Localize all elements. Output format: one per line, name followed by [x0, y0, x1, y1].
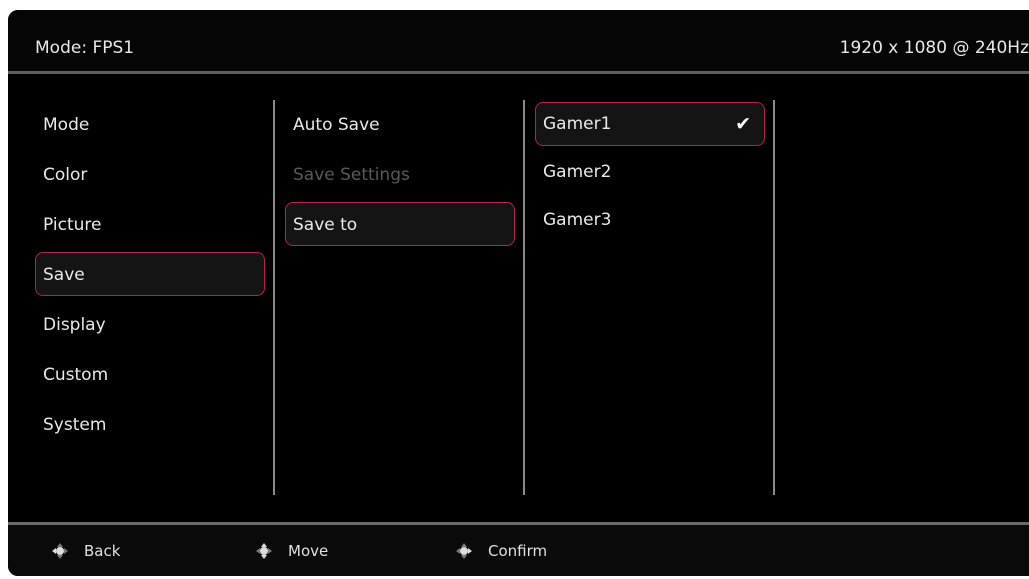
menu-item-color[interactable]: Color [35, 152, 265, 202]
submenu-item-label: Auto Save [293, 115, 380, 135]
main-menu: Mode Color Picture Save Display Custom S… [35, 102, 265, 452]
submenu-item-save-to[interactable]: Save to [285, 202, 515, 252]
dpad-updown-icon [254, 541, 274, 561]
save-submenu: Auto Save Save Settings Save to [285, 102, 515, 252]
menu-item-label: System [43, 415, 107, 435]
menu-item-picture[interactable]: Picture [35, 202, 265, 252]
back-label: Back [84, 542, 121, 560]
menu-item-label: Custom [43, 365, 109, 385]
osd-menu: Mode: FPS1 1920 x 1080 @ 240Hz Mode Colo… [8, 10, 1029, 576]
menu-item-label: Color [43, 165, 88, 185]
resolution-label: 1920 x 1080 @ 240Hz [839, 38, 1029, 58]
menu-item-save[interactable]: Save [35, 252, 265, 302]
submenu-item-label: Save to [293, 215, 358, 235]
menu-item-display[interactable]: Display [35, 302, 265, 352]
back-hint[interactable]: Back [50, 541, 120, 561]
submenu-item-auto-save[interactable]: Auto Save [285, 102, 515, 152]
checkmark-icon: ✔ [735, 113, 751, 135]
dpad-left-icon [50, 541, 70, 561]
option-gamer2[interactable]: Gamer2 [535, 150, 765, 198]
menu-item-label: Save [43, 265, 85, 285]
submenu-item-save-settings: Save Settings [285, 152, 515, 202]
column-divider [273, 100, 275, 495]
menu-item-custom[interactable]: Custom [35, 352, 265, 402]
menu-item-system[interactable]: System [35, 402, 265, 452]
column-divider [773, 100, 775, 495]
osd-footer: Back Move Confirm [8, 525, 1029, 576]
move-label: Move [288, 542, 329, 560]
header-divider [8, 71, 1029, 74]
osd-header: Mode: FPS1 1920 x 1080 @ 240Hz [8, 10, 1029, 72]
menu-item-mode[interactable]: Mode [35, 102, 265, 152]
menu-item-label: Picture [43, 215, 102, 235]
current-mode-label: Mode: FPS1 [35, 38, 135, 58]
option-label: Gamer1 [543, 114, 612, 134]
option-label: Gamer3 [543, 210, 612, 230]
option-gamer1[interactable]: Gamer1 ✔ [535, 102, 765, 150]
save-to-options: Gamer1 ✔ Gamer2 Gamer3 [535, 102, 765, 246]
submenu-item-label: Save Settings [293, 165, 410, 185]
menu-item-label: Display [43, 315, 106, 335]
option-label: Gamer2 [543, 162, 612, 182]
menu-item-label: Mode [43, 115, 90, 135]
move-hint[interactable]: Move [254, 541, 328, 561]
confirm-label: Confirm [488, 542, 548, 560]
dpad-right-icon [454, 541, 474, 561]
column-divider [523, 100, 525, 495]
option-gamer3[interactable]: Gamer3 [535, 198, 765, 246]
confirm-hint[interactable]: Confirm [454, 541, 547, 561]
